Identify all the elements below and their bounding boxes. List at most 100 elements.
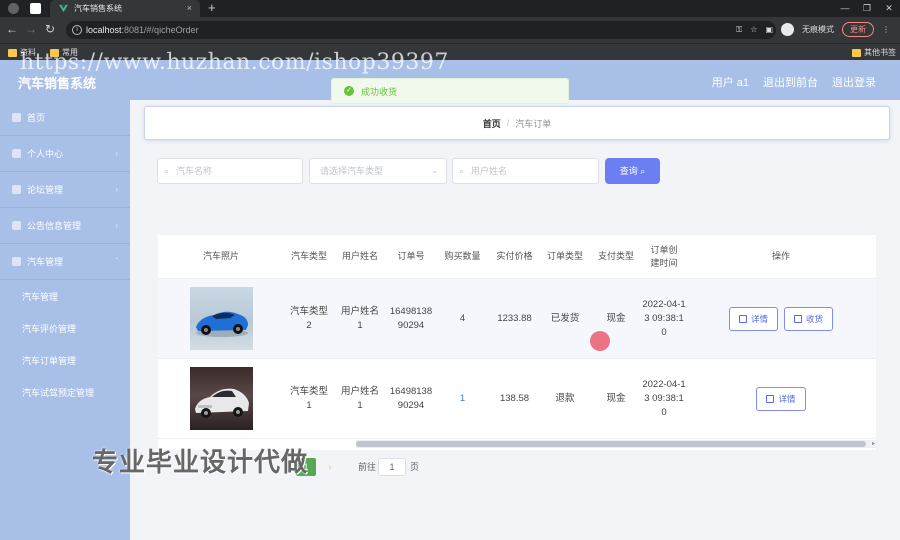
cell-order-type: 已发货	[550, 312, 580, 324]
app-title: 汽车销售系统	[18, 76, 97, 91]
sidebar-item-home[interactable]: 首页	[0, 100, 130, 136]
minimize-icon[interactable]: —	[834, 0, 856, 17]
cell-order-no: 1649813890294	[389, 385, 433, 411]
col-photo: 汽车照片	[202, 251, 239, 261]
toolbar-right: ⚿ ☆ ▣ 无痕模式 更新 ⋮	[736, 22, 890, 37]
cell-user-name: 用户姓名1	[340, 385, 379, 411]
car-photo	[189, 367, 253, 430]
folder-icon	[8, 48, 17, 57]
reload-icon[interactable]: ↻	[45, 22, 55, 36]
car-type-select[interactable]: 请选择汽车类型 ⌄	[309, 158, 447, 184]
bookmarks-bar: 资料 常用 其他书签	[0, 43, 900, 60]
table-horizontal-scrollbar[interactable]: ▸	[356, 440, 876, 448]
col-order-type: 订单类型	[546, 251, 583, 261]
home-icon	[12, 113, 21, 122]
cell-price: 138.58	[499, 392, 530, 404]
logout-link[interactable]: 退出登录	[832, 74, 876, 90]
table-row: 汽车类型2 用户姓名1 1649813890294 4 1233.88 已发货 …	[158, 279, 876, 359]
close-window-icon[interactable]: ✕	[878, 0, 900, 17]
cell-actions: 详情 收货	[686, 279, 876, 358]
folder-icon	[852, 48, 861, 57]
bookmark-item[interactable]: 常用	[50, 47, 78, 58]
pagination-goto-input[interactable]: 1	[378, 458, 406, 476]
cell-order-type: 退款	[555, 392, 575, 404]
sidebar-item-cars[interactable]: 汽车管理 ˆ	[0, 244, 130, 280]
site-info-icon[interactable]: i	[72, 25, 82, 35]
sidebar-subitem-test-drive[interactable]: 汽车试驾预定管理	[0, 376, 130, 408]
sidebar-subitem-car-review[interactable]: 汽车评价管理	[0, 312, 130, 344]
check-icon: ✓	[344, 86, 354, 96]
search-icon: ⌕	[459, 166, 465, 176]
forum-icon	[12, 185, 21, 194]
tab-close-icon[interactable]: ×	[187, 0, 192, 17]
search-button[interactable]: 查询 ⌕	[605, 158, 660, 184]
folder-icon	[50, 48, 59, 57]
scroll-right-arrow-icon[interactable]: ▸	[872, 440, 875, 447]
detail-button[interactable]: 详情	[756, 386, 806, 411]
tab-title: 汽车销售系统	[74, 4, 122, 13]
col-user-name: 用户姓名	[341, 251, 378, 261]
mouse-cursor-highlight	[590, 331, 610, 351]
scrollbar-thumb[interactable]	[356, 441, 866, 447]
new-tab-button[interactable]: +	[208, 0, 216, 16]
address-toolbar: ← → ↻ i localhost:8081/#/qicheOrder ⚿ ☆ …	[0, 17, 900, 43]
url-path: :8081/#/qicheOrder	[121, 25, 199, 35]
col-created: 订单创建时间	[650, 244, 678, 268]
document-icon	[766, 394, 775, 403]
back-icon[interactable]: ←	[6, 22, 18, 36]
maximize-icon[interactable]: ❐	[856, 0, 878, 17]
sidebar-subitem-car-order[interactable]: 汽车订单管理	[0, 344, 130, 376]
chevron-down-icon: ⌄	[431, 166, 438, 175]
key-icon[interactable]: ⚿	[736, 25, 742, 35]
white-sedan-image	[194, 388, 249, 418]
toast-message: 成功收货	[361, 86, 398, 97]
url-host: localhost	[86, 25, 122, 35]
car-name-input[interactable]: ⌕ 汽车名称	[157, 158, 303, 184]
tab-search-icon[interactable]	[30, 3, 41, 14]
receive-button[interactable]: 收货	[784, 306, 834, 331]
cell-created: 2022-04-13 09:38:10	[642, 378, 686, 418]
pagination-next-icon[interactable]: ›	[320, 458, 340, 476]
cell-user-name: 用户姓名1	[340, 305, 379, 331]
search-icon: ⌕	[640, 166, 646, 176]
user-name-input[interactable]: ⌕ 用户姓名	[452, 158, 599, 184]
chevron-up-icon: ˆ	[115, 257, 118, 266]
breadcrumb-home[interactable]: 首页	[483, 117, 501, 130]
browser-tab[interactable]: 汽车销售系统 ×	[50, 0, 200, 17]
orders-table: 汽车照片 汽车类型 用户姓名 订单号 购买数量 实付价格 订单类型 支付类型 订…	[158, 235, 876, 450]
vue-logo-icon	[59, 4, 68, 13]
car-photo	[189, 287, 253, 350]
detail-button[interactable]: 详情	[728, 306, 778, 331]
chevron-icon: ›	[115, 221, 118, 230]
blue-sports-car-image	[195, 311, 248, 337]
exit-to-front-link[interactable]: 退出到前台	[763, 74, 818, 90]
cell-pay-type: 现金	[606, 392, 626, 404]
user-icon	[12, 149, 21, 158]
sidebar-item-profile[interactable]: 个人中心 ›	[0, 136, 130, 172]
cell-created: 2022-04-13 09:38:10	[642, 298, 686, 338]
window-controls: — ❐ ✕	[834, 0, 900, 17]
header-links: 用户 a1 退出到前台 退出登录	[712, 74, 876, 90]
bookmark-item[interactable]: 资料	[8, 47, 36, 58]
forward-icon[interactable]: →	[25, 22, 37, 36]
sidebar-item-forum[interactable]: 论坛管理 ›	[0, 172, 130, 208]
col-car-type: 汽车类型	[290, 251, 327, 261]
chevron-icon: ›	[115, 185, 118, 194]
sidebar-item-notice[interactable]: 公告信息管理 ›	[0, 208, 130, 244]
other-bookmarks[interactable]: 其他书签	[852, 47, 896, 58]
browser-menu-icon[interactable]	[8, 3, 19, 14]
sidebar-subitem-car-manage[interactable]: 汽车管理	[0, 280, 130, 312]
current-user-link[interactable]: 用户 a1	[712, 74, 749, 90]
more-menu-icon[interactable]: ⋮	[882, 25, 890, 34]
receive-icon	[794, 314, 802, 323]
update-button[interactable]: 更新	[842, 22, 874, 37]
cell-quantity: 1	[459, 392, 466, 404]
col-order-no: 订单号	[397, 251, 425, 261]
pagination-page-suffix: 页	[410, 462, 420, 472]
cell-actions: 详情	[686, 359, 876, 438]
url-bar[interactable]: i localhost:8081/#/qicheOrder	[66, 21, 776, 39]
col-price: 实付价格	[496, 251, 533, 261]
table-header: 汽车照片 汽车类型 用户姓名 订单号 购买数量 实付价格 订单类型 支付类型 订…	[158, 235, 876, 279]
sidepanel-icon[interactable]: ▣	[765, 25, 773, 34]
star-icon[interactable]: ☆	[750, 25, 757, 34]
